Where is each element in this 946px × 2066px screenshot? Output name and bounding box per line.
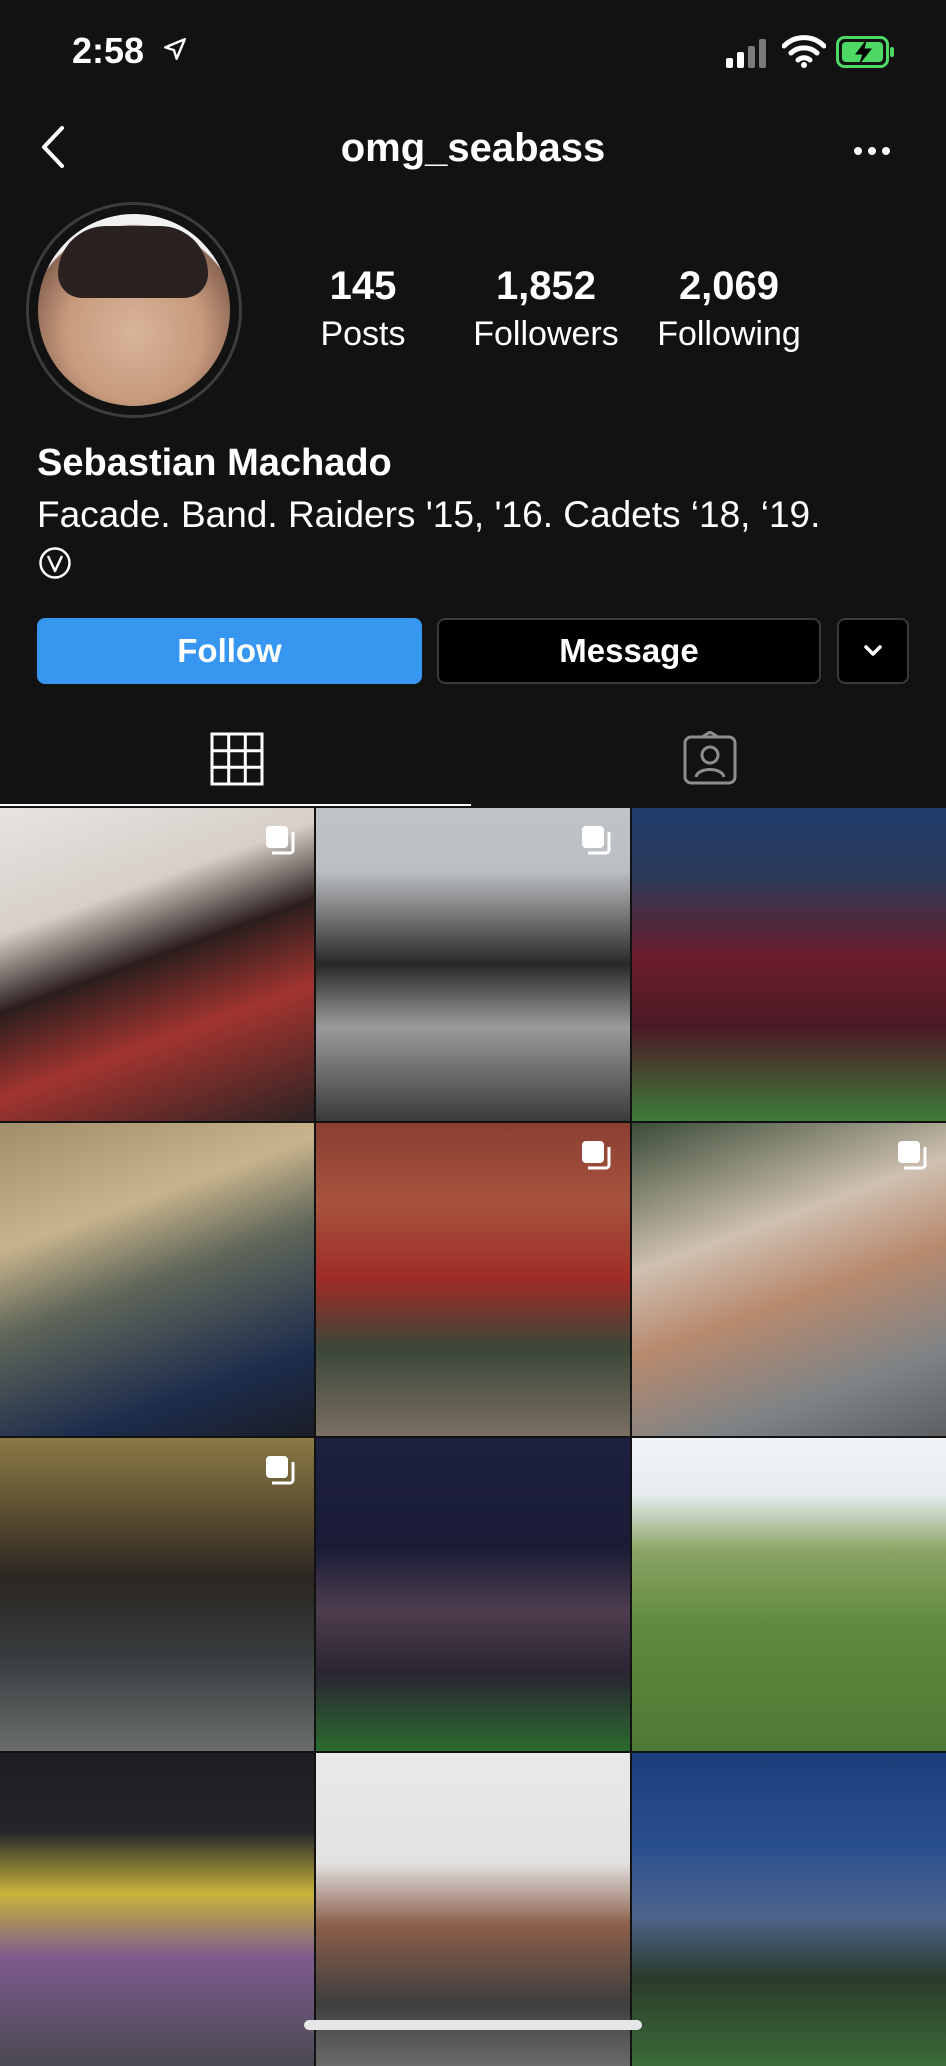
chevron-down-icon: [864, 645, 882, 656]
post-thumbnail[interactable]: [0, 1123, 314, 1436]
active-tab-indicator: [0, 804, 471, 806]
status-time: 2:58: [72, 30, 145, 71]
profile-username: omg_seabass: [340, 126, 606, 170]
multiple-photos-icon: [266, 1456, 295, 1485]
post-thumbnail[interactable]: [0, 1438, 314, 1751]
posts-label: Posts: [320, 315, 406, 353]
multiple-photos-icon: [582, 1141, 611, 1170]
location-arrow-icon: [164, 38, 186, 60]
tagged-icon: [683, 731, 736, 785]
post-thumbnail[interactable]: [632, 1438, 946, 1751]
posts-count: 145: [329, 264, 397, 308]
tab-tagged[interactable]: [473, 712, 946, 806]
post-thumbnail[interactable]: [0, 808, 314, 1121]
cellular-signal-icon: [726, 39, 766, 68]
following-count: 2,069: [678, 264, 780, 308]
profile-bio: Facade. Band. Raiders '15, '16. Cadets ‘…: [37, 494, 821, 535]
follow-button[interactable]: Follow: [37, 618, 422, 684]
post-thumbnail[interactable]: [632, 808, 946, 1121]
profile-full-name: Sebastian Machado: [37, 442, 392, 484]
multiple-photos-icon: [582, 826, 611, 855]
more-options-icon[interactable]: [852, 138, 892, 164]
multiple-photos-icon: [266, 826, 295, 855]
followers-label: Followers: [473, 315, 619, 353]
post-thumbnail[interactable]: [632, 1753, 946, 2066]
tab-posts-grid[interactable]: [0, 712, 473, 806]
following-label: Following: [657, 315, 801, 353]
following-stat[interactable]: 2,069 Following: [644, 264, 814, 354]
posts-stat[interactable]: 145 Posts: [278, 264, 448, 354]
post-thumbnail[interactable]: [632, 1123, 946, 1436]
avatar[interactable]: [38, 214, 230, 406]
suggested-accounts-button[interactable]: [837, 618, 909, 684]
home-indicator[interactable]: [304, 2020, 642, 2030]
status-bar: 2:58: [0, 0, 946, 100]
wifi-icon: [782, 35, 826, 68]
followers-stat[interactable]: 1,852 Followers: [461, 264, 631, 354]
post-thumbnail[interactable]: [316, 808, 630, 1121]
circled-v-icon: [39, 547, 71, 579]
post-thumbnail[interactable]: [0, 1753, 314, 2066]
multiple-photos-icon: [898, 1141, 927, 1170]
message-button[interactable]: Message: [437, 618, 821, 684]
battery-charging-icon: [836, 36, 894, 68]
grid-icon: [210, 732, 263, 786]
post-thumbnail[interactable]: [316, 1438, 630, 1751]
posts-grid: [0, 808, 946, 2066]
post-thumbnail[interactable]: [316, 1123, 630, 1436]
followers-count: 1,852: [495, 264, 597, 308]
